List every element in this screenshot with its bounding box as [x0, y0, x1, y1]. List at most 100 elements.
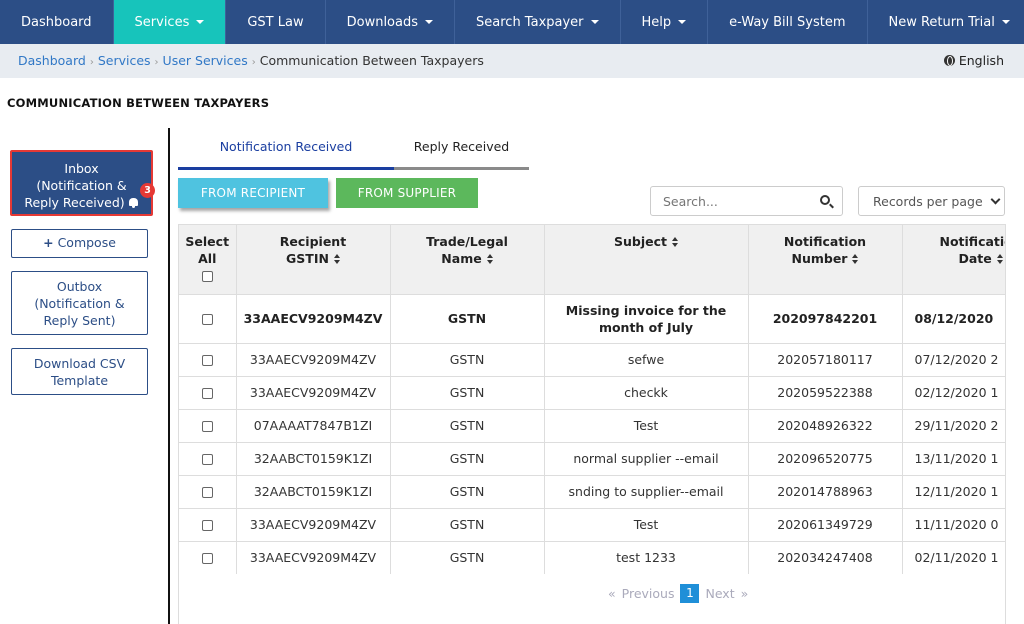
inbox-button[interactable]: Inbox (Notification & Reply Received): [10, 150, 153, 216]
cell-subject: Test: [544, 408, 749, 442]
table-row[interactable]: 33AAECV9209M4ZV GSTN Missing invoice for…: [179, 293, 1005, 343]
cell-number: 202048926322: [748, 408, 903, 442]
nav-label: Services: [134, 14, 190, 30]
nav-dashboard[interactable]: Dashboard: [0, 0, 114, 44]
search-icon[interactable]: [820, 195, 830, 205]
cell-date: 12/11/2020 1: [902, 474, 1005, 508]
row-checkbox[interactable]: [201, 520, 213, 531]
header-notification-number[interactable]: Notification Number: [748, 225, 903, 294]
from-recipient-button[interactable]: FROM RECIPIENT: [178, 178, 328, 208]
header-select-line1: Select: [185, 234, 230, 249]
cell-gstin: 32AABCT0159K1ZI: [236, 441, 391, 475]
breadcrumb-dashboard[interactable]: Dashboard: [18, 53, 86, 68]
prev-arrow-icon: «: [608, 586, 616, 601]
header-number-line1: Notification: [783, 234, 867, 249]
nav-help[interactable]: Help: [621, 0, 709, 44]
row-checkbox[interactable]: [201, 487, 213, 498]
download-csv-template-button[interactable]: Download CSV Template: [11, 348, 148, 395]
cell-subject: checkk: [544, 375, 749, 409]
nav-eway-bill[interactable]: e-Way Bill System: [708, 0, 868, 44]
nav-label: Search Taxpayer: [476, 14, 584, 30]
records-per-page-select[interactable]: Records per page: [858, 186, 1005, 216]
table-row[interactable]: 33AAECV9209M4ZV GSTN sefwe 202057180117 …: [179, 342, 1005, 376]
page-1-button[interactable]: 1: [680, 584, 700, 603]
table-row[interactable]: 32AABCT0159K1ZI GSTN normal supplier --e…: [179, 441, 1005, 475]
cell-gstin: 33AAECV9209M4ZV: [236, 540, 391, 574]
tab-reply-received[interactable]: Reply Received: [394, 130, 529, 170]
previous-link[interactable]: Previous: [622, 586, 675, 601]
breadcrumb: Dashboard › Services › User Services › Communi…: [18, 53, 484, 68]
cell-gstin: 33AAECV9209M4ZV: [236, 342, 391, 376]
breadcrumb-separator: ›: [154, 57, 159, 68]
header-subject-label: Subject: [614, 234, 667, 249]
cell-gstin: 33AAECV9209M4ZV: [236, 375, 391, 409]
cell-number: 202034247408: [748, 540, 903, 574]
page-title: COMMUNICATION BETWEEN TAXPAYERS: [7, 96, 270, 110]
globe-icon: [943, 55, 955, 66]
compose-label: Compose: [57, 235, 116, 250]
cell-date: 07/12/2020 2: [902, 342, 1005, 376]
cell-subject: normal supplier --email: [544, 441, 749, 475]
language-selector[interactable]: English: [943, 53, 1004, 68]
row-checkbox[interactable]: [201, 388, 213, 399]
caret-down-icon: [196, 20, 205, 24]
select-all-checkbox[interactable]: [201, 271, 213, 282]
row-checkbox[interactable]: [201, 355, 213, 366]
nav-search-taxpayer[interactable]: Search Taxpayer: [455, 0, 621, 44]
language-label: English: [958, 53, 1004, 68]
nav-label: e-Way Bill System: [729, 14, 846, 30]
cell-name: GSTN: [390, 293, 545, 343]
breadcrumb-user-services[interactable]: User Services: [163, 53, 248, 68]
search-input[interactable]: [650, 186, 843, 216]
cell-subject: test 1233: [544, 540, 749, 574]
cell-name: GSTN: [390, 540, 545, 574]
header-recipient-gstin[interactable]: Recipient GSTIN: [236, 225, 391, 294]
download-label-line2: Template: [50, 373, 109, 388]
from-supplier-button[interactable]: FROM SUPPLIER: [336, 178, 478, 208]
table-row[interactable]: 32AABCT0159K1ZI GSTN snding to supplier-…: [179, 474, 1005, 508]
breadcrumb-separator: ›: [251, 57, 256, 68]
breadcrumb-separator: ›: [89, 57, 94, 68]
cell-name: GSTN: [390, 408, 545, 442]
header-date-line1: Notification: [939, 234, 1006, 249]
header-subject[interactable]: Subject: [544, 225, 749, 294]
cell-date: 13/11/2020 1: [902, 441, 1005, 475]
table-row[interactable]: 33AAECV9209M4ZV GSTN Test 202061349729 1…: [179, 507, 1005, 541]
next-link[interactable]: Next: [705, 586, 734, 601]
compose-button[interactable]: + Compose: [11, 229, 148, 258]
nav-label: New Return Trial: [888, 14, 995, 30]
header-gstin-line2: GSTIN: [286, 251, 329, 266]
plus-icon: +: [43, 235, 54, 250]
nav-services[interactable]: Services: [113, 0, 227, 44]
nav-downloads[interactable]: Downloads: [326, 0, 456, 44]
outbox-button[interactable]: Outbox (Notification & Reply Sent): [11, 271, 148, 335]
row-checkbox[interactable]: [201, 314, 213, 325]
cell-subject: Test: [544, 507, 749, 541]
sort-icon: [996, 254, 1003, 264]
row-checkbox[interactable]: [201, 421, 213, 432]
row-checkbox[interactable]: [201, 454, 213, 465]
notifications-table: Select All Recipient GSTIN Trade/Legal N…: [178, 224, 1006, 624]
table-row[interactable]: 33AAECV9209M4ZV GSTN checkk 202059522388…: [179, 375, 1005, 409]
nav-gst-law[interactable]: GST Law: [226, 0, 326, 44]
cell-number: 202061349729: [748, 507, 903, 541]
inbox-label-line1: Inbox: [64, 161, 99, 176]
table-row[interactable]: 33AAECV9209M4ZV GSTN test 1233 202034247…: [179, 540, 1005, 574]
row-checkbox[interactable]: [201, 553, 213, 565]
tab-notification-received[interactable]: Notification Received: [178, 130, 394, 170]
header-trade-legal-name[interactable]: Trade/Legal Name: [390, 225, 545, 294]
caret-down-icon: [1001, 20, 1010, 24]
cell-date: 29/11/2020 2: [902, 408, 1005, 442]
nav-label: Dashboard: [21, 14, 92, 30]
nav-new-return-trial[interactable]: New Return Trial: [868, 0, 1024, 44]
header-notification-date[interactable]: Notification Date: [902, 225, 1006, 294]
chevron-down-icon: [990, 194, 1001, 205]
breadcrumb-services[interactable]: Services: [98, 53, 151, 68]
cell-name: GSTN: [390, 441, 545, 475]
table-row[interactable]: 07AAAAT7847B1ZI GSTN Test 202048926322 2…: [179, 408, 1005, 442]
sort-icon: [852, 254, 859, 264]
cell-name: GSTN: [390, 507, 545, 541]
inbox-label-line3: Reply Received): [24, 195, 125, 210]
cell-gstin: 07AAAAT7847B1ZI: [236, 408, 391, 442]
sort-icon: [486, 254, 493, 264]
